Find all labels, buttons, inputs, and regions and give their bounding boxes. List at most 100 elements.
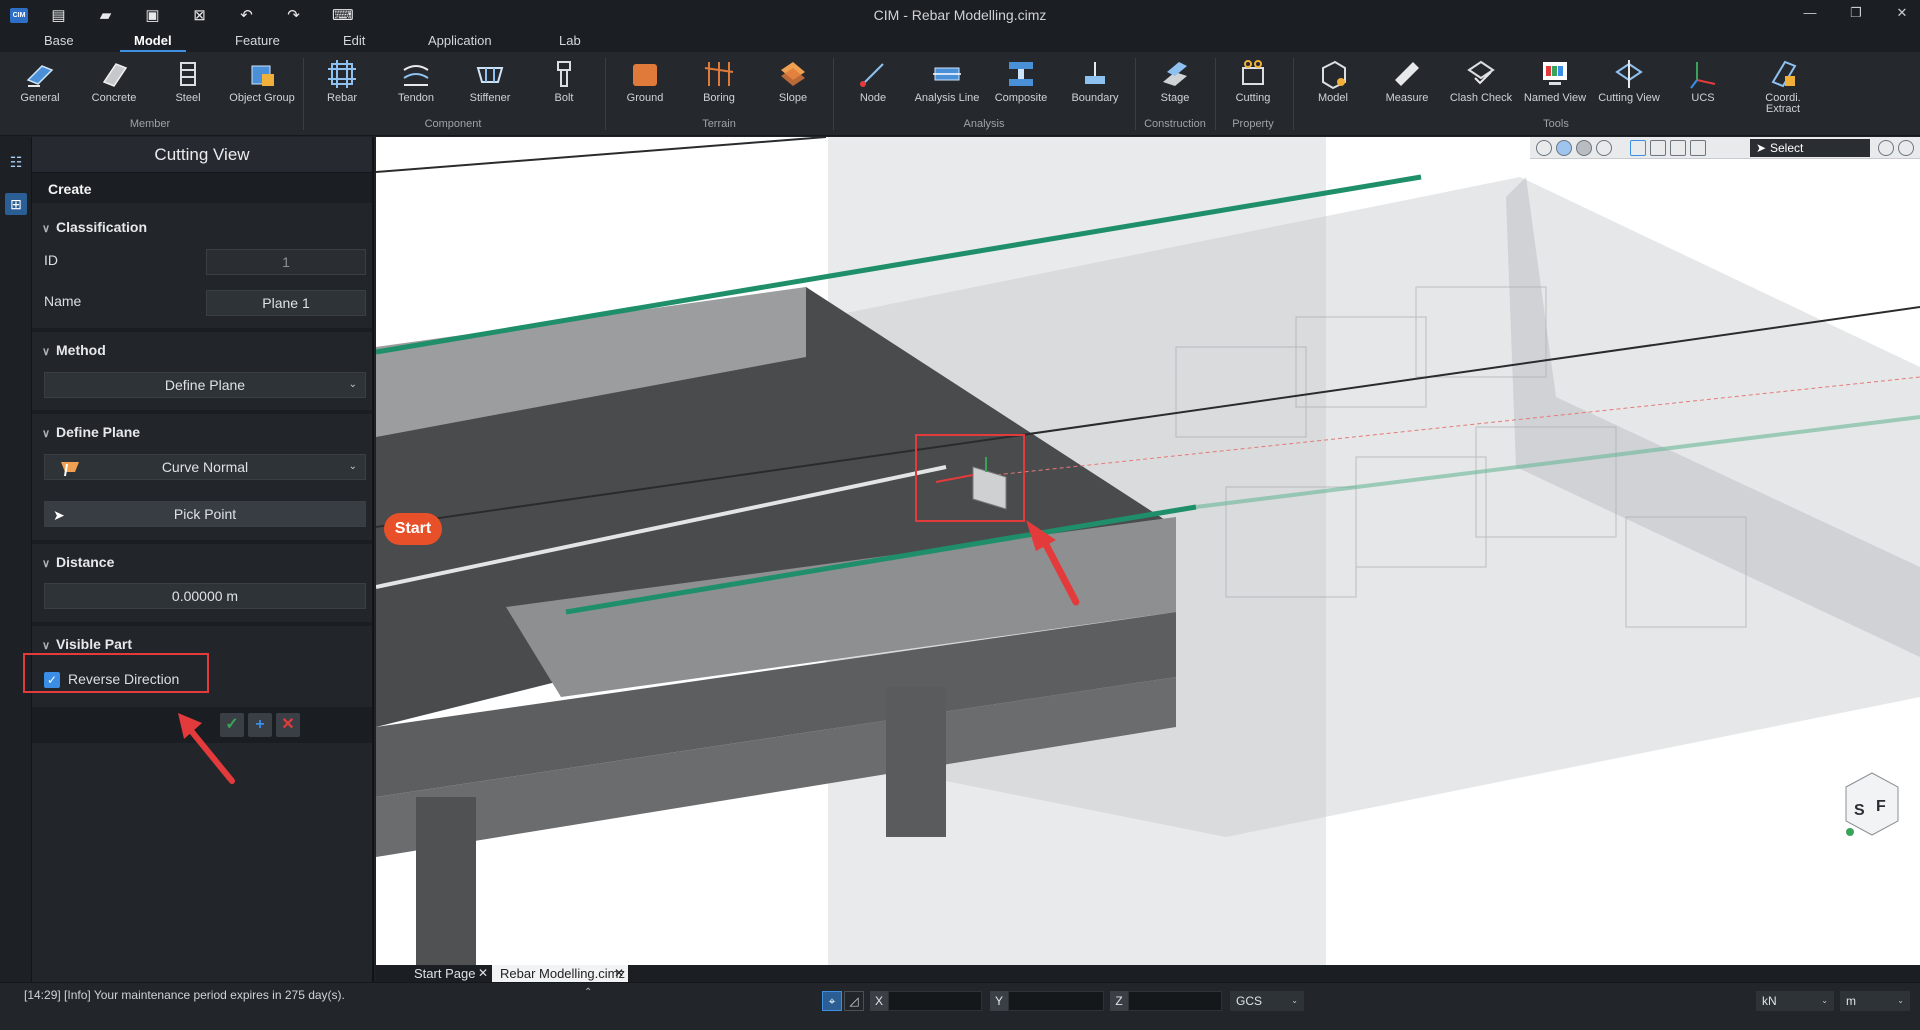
doc-tab-rebar-modelling[interactable]: Rebar Modelling.cimz ✕	[492, 965, 628, 982]
cutting-view-panel: Cutting View Create ∨ Classification ID 1…	[23, 137, 374, 982]
steel-icon	[172, 58, 204, 90]
work-panel-icon[interactable]: ⊞	[5, 193, 27, 215]
close-icon[interactable]: ✕	[614, 965, 624, 982]
tab-create[interactable]: Create	[32, 173, 372, 203]
node-icon	[857, 58, 889, 90]
3d-viewport[interactable]: S F ➤ Select Start	[376, 137, 1920, 965]
ribbon-group-member: Member	[129, 118, 171, 130]
ortho-icon[interactable]: ◿	[844, 991, 864, 1011]
ucs-button[interactable]: UCS	[1666, 58, 1740, 104]
slope-button[interactable]: Slope	[756, 58, 830, 104]
view-cube-s-label: S	[1854, 802, 1865, 819]
tab-feature[interactable]: Feature	[235, 33, 280, 48]
method-dropdown[interactable]: Define Plane ⌄	[44, 372, 366, 398]
clock-icon[interactable]	[1878, 140, 1894, 156]
named-view-icon	[1539, 58, 1571, 90]
boring-button[interactable]: Boring	[682, 58, 756, 104]
tab-base[interactable]: Base	[44, 33, 74, 48]
new-file-icon[interactable]: ▤	[50, 7, 67, 24]
render-wire-icon[interactable]	[1536, 140, 1552, 156]
keyboard-icon[interactable]: ⌨	[332, 7, 354, 24]
distance-field[interactable]: 0.00000 m	[44, 583, 366, 609]
info-icon[interactable]	[1898, 140, 1914, 156]
measure-icon	[1391, 58, 1423, 90]
select-fence-icon[interactable]	[1690, 140, 1706, 156]
cutting-view-button[interactable]: Cutting View	[1592, 58, 1666, 104]
ribbon-group-property: Property	[1232, 118, 1274, 130]
select-box-icon[interactable]	[1630, 140, 1646, 156]
expand-log-icon[interactable]: ⌃	[584, 987, 592, 998]
bolt-button[interactable]: Bolt	[527, 58, 601, 104]
composite-button[interactable]: Composite	[984, 58, 1058, 104]
select-polygon-icon[interactable]	[1670, 140, 1686, 156]
close-file-icon[interactable]: ⊠	[191, 7, 208, 24]
object-group-button[interactable]: Object Group	[225, 58, 299, 104]
distance-header[interactable]: ∨ Distance	[42, 554, 114, 570]
status-message: [14:29] [Info] Your maintenance period e…	[24, 988, 345, 1002]
ribbon-group-component: Component	[424, 118, 482, 130]
z-label: Z	[1110, 991, 1128, 1011]
tab-model[interactable]: Model	[120, 33, 185, 52]
cancel-icon[interactable]: ✕	[276, 713, 300, 737]
visible-part-header[interactable]: ∨ Visible Part	[42, 636, 132, 652]
undo-icon[interactable]: ↶	[238, 7, 255, 24]
z-coordinate-field[interactable]	[1128, 991, 1222, 1011]
pick-point-button[interactable]: ➤ Pick Point	[44, 501, 366, 527]
rebar-button[interactable]: Rebar	[305, 58, 379, 104]
select-window-icon[interactable]	[1650, 140, 1666, 156]
snap-icon[interactable]: ⌖	[822, 991, 842, 1011]
steel-button[interactable]: Steel	[151, 58, 225, 104]
y-coordinate-field[interactable]	[1008, 991, 1104, 1011]
tab-edit[interactable]: Edit	[343, 33, 365, 48]
general-button[interactable]: General	[3, 58, 77, 104]
render-solid-icon[interactable]	[1576, 140, 1592, 156]
stiffener-button[interactable]: Stiffener	[453, 58, 527, 104]
concrete-button[interactable]: Concrete	[77, 58, 151, 104]
y-label: Y	[990, 991, 1008, 1011]
x-coordinate-field[interactable]	[888, 991, 982, 1011]
named-view-button[interactable]: Named View	[1518, 58, 1592, 104]
selection-mode-dropdown[interactable]: ➤ Select	[1750, 139, 1870, 157]
coordinate-system-dropdown[interactable]: GCS ⌄	[1230, 991, 1304, 1011]
close-icon[interactable]: ✕	[1894, 5, 1910, 23]
ground-button[interactable]: Ground	[608, 58, 682, 104]
object-group-icon	[246, 58, 278, 90]
bridge-model: S F	[376, 137, 1920, 965]
restore-icon[interactable]: ❐	[1848, 5, 1864, 23]
tree-view-icon[interactable]: ☷	[5, 151, 27, 173]
define-plane-header[interactable]: ∨ Define Plane	[42, 424, 140, 440]
tab-application[interactable]: Application	[428, 33, 492, 48]
force-unit-dropdown[interactable]: kN ⌄	[1756, 991, 1834, 1011]
minimize-icon[interactable]: —	[1802, 5, 1818, 23]
open-folder-icon[interactable]: ▰	[97, 7, 114, 24]
boundary-button[interactable]: Boundary	[1058, 58, 1132, 104]
tendon-button[interactable]: Tendon	[379, 58, 453, 104]
cutting-icon	[1237, 58, 1269, 90]
method-header[interactable]: ∨ Method	[42, 342, 106, 358]
close-icon[interactable]: ✕	[478, 965, 488, 982]
save-icon[interactable]: ▣	[144, 7, 161, 24]
boundary-icon	[1079, 58, 1111, 90]
render-shaded-icon[interactable]	[1556, 140, 1572, 156]
node-button[interactable]: Node	[836, 58, 910, 104]
section-divider	[32, 410, 372, 414]
id-field: 1	[206, 249, 366, 275]
model-button[interactable]: Model	[1296, 58, 1370, 104]
analysis-line-button[interactable]: Analysis Line	[910, 58, 984, 104]
add-icon[interactable]: +	[248, 713, 272, 737]
redo-icon[interactable]: ↷	[285, 7, 302, 24]
doc-tab-start-page[interactable]: Start Page ✕	[376, 965, 492, 982]
render-xray-icon[interactable]	[1596, 140, 1612, 156]
classification-header[interactable]: ∨ Classification	[42, 219, 147, 235]
clash-check-button[interactable]: Clash Check	[1444, 58, 1518, 104]
coordi-extract-button[interactable]: Coordi. Extract	[1746, 58, 1820, 115]
measure-button[interactable]: Measure	[1370, 58, 1444, 104]
stage-button[interactable]: Stage	[1138, 58, 1212, 104]
curve-normal-dropdown[interactable]: Curve Normal ⌄	[44, 454, 366, 480]
length-unit-dropdown[interactable]: m ⌄	[1840, 991, 1910, 1011]
app-logo: CIM	[10, 7, 28, 23]
name-field[interactable]: Plane 1	[206, 290, 366, 316]
cutting-button[interactable]: Cutting	[1216, 58, 1290, 104]
tab-lab[interactable]: Lab	[559, 33, 581, 48]
bolt-icon	[548, 58, 580, 90]
